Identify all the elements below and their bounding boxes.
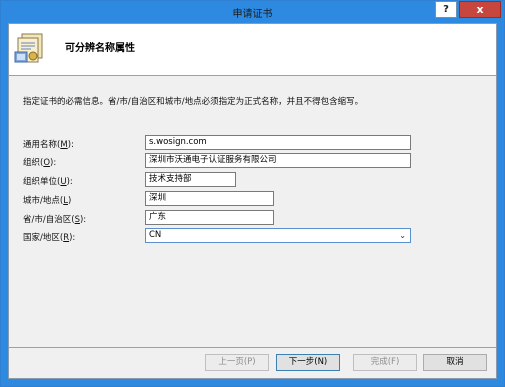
- org-unit-accesskey: U: [60, 177, 67, 187]
- city-label-text: 城市/地点: [23, 196, 60, 206]
- help-button[interactable]: ?: [435, 1, 457, 18]
- org-unit-label-text: 组织单位: [23, 177, 58, 187]
- organization-label: 组织(O):: [23, 158, 57, 168]
- common-name-label-text: 通用名称: [23, 140, 58, 150]
- state-label-text: 省/市/自治区: [23, 215, 72, 225]
- chevron-down-icon[interactable]: ⌄: [399, 229, 406, 242]
- country-label-text: 国家/地区: [23, 233, 60, 243]
- city-label: 城市/地点(L): [23, 196, 72, 206]
- org-unit-label: 组织单位(U):: [23, 177, 73, 187]
- dialog-client: 可分辨名称属性 指定证书的必需信息。省/市/自治区和城市/地点必须指定为正式名称…: [8, 23, 497, 379]
- cancel-button[interactable]: 取消: [423, 354, 487, 371]
- certificate-icon: [14, 33, 43, 63]
- organization-accesskey: O: [43, 158, 51, 168]
- country-select[interactable]: CN ⌄: [145, 228, 411, 243]
- common-name-label: 通用名称(M):: [23, 140, 74, 150]
- common-name-accesskey: M: [60, 140, 68, 150]
- wizard-footer: 上一页(P) 下一步(N) 完成(F) 取消: [9, 348, 496, 378]
- org-unit-input[interactable]: 技术支持部: [145, 172, 236, 187]
- state-accesskey: S: [74, 215, 80, 225]
- finish-button[interactable]: 完成(F): [353, 354, 417, 371]
- title-bar[interactable]: 申请证书 ? x: [1, 1, 504, 23]
- common-name-input[interactable]: s.wosign.com: [145, 135, 411, 150]
- country-label: 国家/地区(R):: [23, 233, 76, 243]
- close-button[interactable]: x: [459, 1, 501, 18]
- city-accesskey: L: [63, 196, 68, 206]
- country-selected-value: CN: [149, 230, 162, 240]
- page-title: 可分辨名称属性: [65, 43, 135, 54]
- organization-input[interactable]: 深圳市沃通电子认证服务有限公司: [145, 153, 411, 168]
- instructions-text: 指定证书的必需信息。省/市/自治区和城市/地点必须指定为正式名称，并且不得包含缩…: [23, 97, 364, 107]
- wizard-header: 可分辨名称属性: [9, 24, 496, 74]
- city-input[interactable]: 深圳: [145, 191, 274, 206]
- country-accesskey: R: [63, 233, 70, 243]
- form-body: 指定证书的必需信息。省/市/自治区和城市/地点必须指定为正式名称，并且不得包含缩…: [9, 76, 496, 347]
- state-input[interactable]: 广东: [145, 210, 274, 225]
- window-title: 申请证书: [232, 9, 273, 20]
- organization-label-text: 组织: [23, 158, 41, 168]
- dialog-window: 申请证书 ? x 可分辨名称属性 指定证书的必需信息。省/市/自治区和城市/地点…: [0, 0, 505, 387]
- next-button[interactable]: 下一步(N): [276, 354, 340, 371]
- state-label: 省/市/自治区(S):: [23, 215, 87, 225]
- previous-button[interactable]: 上一页(P): [205, 354, 269, 371]
